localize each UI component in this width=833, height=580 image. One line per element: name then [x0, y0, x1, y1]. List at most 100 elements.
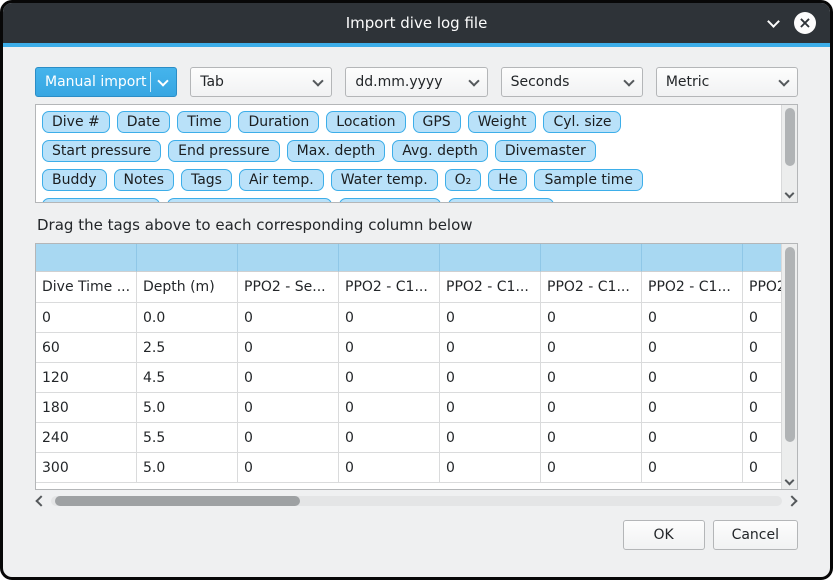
scroll-left-icon[interactable] — [35, 495, 46, 506]
cancel-button[interactable]: Cancel — [713, 520, 798, 550]
table-cell: 0 — [743, 303, 781, 333]
units-select[interactable]: Metric — [656, 67, 798, 97]
table-cell: 0 — [541, 453, 642, 483]
tag[interactable]: Water temp. — [331, 169, 438, 191]
table-cell: 0 — [642, 363, 743, 393]
units-value: Metric — [666, 74, 710, 90]
table-cell: 0 — [541, 423, 642, 453]
import-mode-select[interactable]: Manual import — [35, 67, 177, 97]
tag[interactable]: O₂ — [445, 169, 482, 191]
tag[interactable]: Sample pO₂ — [339, 198, 441, 203]
horizontal-scrollbar-thumb[interactable] — [55, 496, 300, 506]
drop-target-row — [36, 244, 781, 272]
tag-row: Buddy Notes Tags Air temp. Water temp. O₂ He Sa… — [42, 169, 773, 191]
table-row: 1805.0000000 — [36, 393, 781, 423]
tag[interactable]: Date — [117, 111, 170, 133]
table-scrollbar[interactable] — [781, 244, 797, 489]
tag[interactable]: Start pressure — [42, 140, 161, 162]
chevron-down-icon — [778, 75, 789, 86]
tag[interactable]: Weight — [468, 111, 537, 133]
table-cell: 0 — [339, 363, 440, 393]
chevron-down-icon — [623, 75, 634, 86]
table-cell: 60 — [36, 333, 137, 363]
titlebar: Import dive log file × — [3, 3, 830, 43]
column-header: PPO2 - C1... — [339, 272, 440, 303]
tag[interactable]: GPS — [413, 111, 461, 133]
close-icon: × — [798, 15, 811, 31]
column-header: PPO2 - Se... — [238, 272, 339, 303]
table-cell: 5.0 — [137, 453, 238, 483]
tag[interactable]: End pressure — [168, 140, 280, 162]
horizontal-scrollbar-track[interactable] — [51, 496, 782, 506]
date-format-select[interactable]: dd.mm.yyyy — [345, 67, 487, 97]
table-row: 602.5000000 — [36, 333, 781, 363]
table-scrollbar-thumb[interactable] — [785, 247, 795, 442]
drop-cell[interactable] — [743, 244, 781, 272]
tag[interactable]: Air temp. — [239, 169, 324, 191]
tag[interactable]: Max. depth — [287, 140, 386, 162]
tag[interactable]: Avg. depth — [392, 140, 488, 162]
table-cell: 0 — [440, 393, 541, 423]
scroll-down-icon[interactable] — [785, 476, 795, 486]
tag[interactable]: Tags — [181, 169, 232, 191]
date-format-value: dd.mm.yyyy — [355, 74, 442, 90]
table-cell: 0 — [743, 393, 781, 423]
tag[interactable]: Sample CNS — [448, 198, 554, 203]
table-cell: 4.5 — [137, 363, 238, 393]
tag[interactable]: Duration — [238, 111, 319, 133]
table-row: 2405.5000000 — [36, 423, 781, 453]
time-format-value: Seconds — [511, 74, 570, 90]
time-format-select[interactable]: Seconds — [501, 67, 643, 97]
table-cell: 0 — [743, 333, 781, 363]
table-cell: 0 — [440, 453, 541, 483]
table-row: 1204.5000000 — [36, 363, 781, 393]
tagbox-scrollbar-thumb[interactable] — [785, 108, 795, 166]
tag-row: Start pressure End pressure Max. depth Avg.… — [42, 140, 773, 162]
table-cell: 0 — [238, 423, 339, 453]
tag[interactable]: Sample depth — [42, 198, 160, 203]
tag[interactable]: Buddy — [42, 169, 107, 191]
table-cell: 0 — [642, 333, 743, 363]
collapse-window-icon[interactable] — [767, 15, 780, 28]
ok-button[interactable]: OK — [623, 520, 705, 550]
table-cell: 0 — [339, 453, 440, 483]
tag[interactable]: Cyl. size — [543, 111, 621, 133]
tag[interactable]: Sample temperature — [167, 198, 332, 203]
tag[interactable]: Dive # — [42, 111, 110, 133]
table-cell: 0 — [743, 363, 781, 393]
chevron-down-icon — [158, 75, 169, 86]
tag[interactable]: Time — [177, 111, 231, 133]
titlebar-controls: × — [769, 3, 816, 43]
column-header: PPO2 - C1... — [440, 272, 541, 303]
table-cell: 0 — [440, 333, 541, 363]
drop-cell[interactable] — [541, 244, 642, 272]
tag[interactable]: Notes — [114, 169, 174, 191]
drop-cell[interactable] — [238, 244, 339, 272]
table-cell: 0 — [238, 363, 339, 393]
drop-cell[interactable] — [339, 244, 440, 272]
table-cell: 5.0 — [137, 393, 238, 423]
tag[interactable]: Divemaster — [495, 140, 596, 162]
tag[interactable]: Location — [326, 111, 405, 133]
scroll-down-icon[interactable] — [785, 189, 795, 199]
table-cell: 0 — [339, 303, 440, 333]
drop-cell[interactable] — [36, 244, 137, 272]
table-cell: 180 — [36, 393, 137, 423]
table-cell: 0 — [339, 393, 440, 423]
drop-cell[interactable] — [137, 244, 238, 272]
horizontal-scrollbar[interactable] — [35, 493, 798, 509]
table-cell: 0 — [238, 303, 339, 333]
dialog-content: Manual import Tab dd.mm.yyyy Seconds Met… — [3, 47, 830, 550]
drop-cell[interactable] — [440, 244, 541, 272]
scroll-right-icon[interactable] — [786, 495, 797, 506]
tag[interactable]: He — [488, 169, 527, 191]
window-title: Import dive log file — [346, 14, 488, 32]
table-cell: 0 — [238, 453, 339, 483]
close-button[interactable]: × — [794, 12, 816, 34]
drop-cell[interactable] — [642, 244, 743, 272]
button-row: OK Cancel — [35, 520, 798, 550]
tag[interactable]: Sample time — [534, 169, 643, 191]
tagbox-scrollbar[interactable] — [781, 105, 797, 202]
column-header: PPO2 - C1... — [743, 272, 781, 303]
field-separator-select[interactable]: Tab — [190, 67, 332, 97]
